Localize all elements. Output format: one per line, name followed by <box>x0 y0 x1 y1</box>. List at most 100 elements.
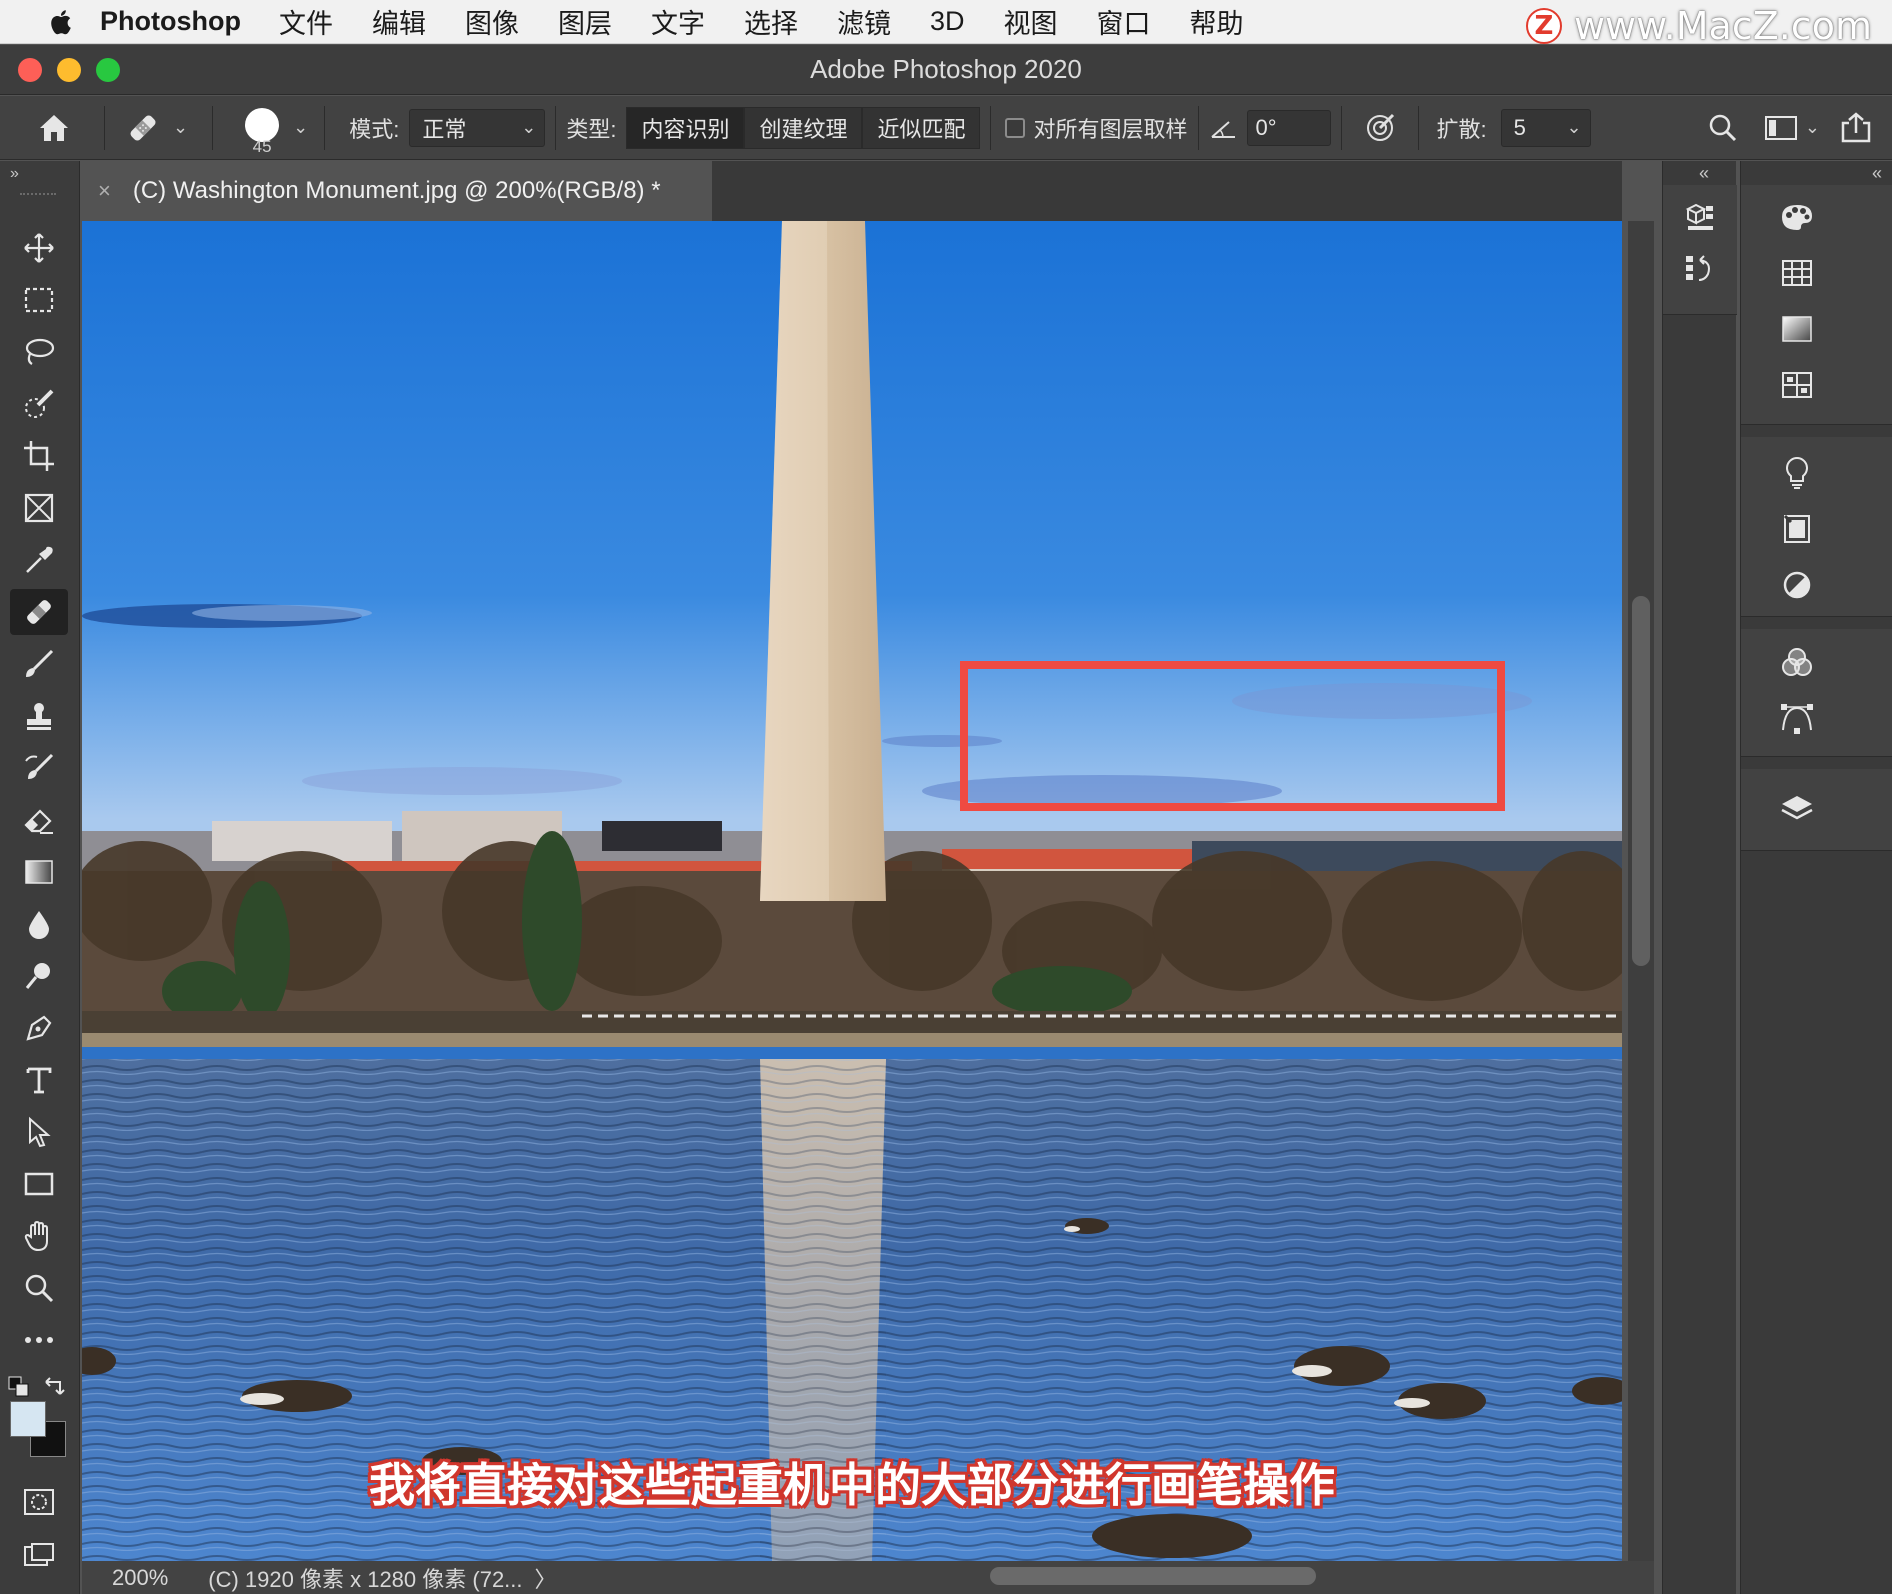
properties-panel-button[interactable] <box>1777 509 1817 549</box>
horizontal-scroll-thumb[interactable] <box>990 1567 1316 1585</box>
properties-icon <box>1783 514 1810 543</box>
history-brush-tool[interactable] <box>10 745 68 791</box>
layers-panel-button[interactable] <box>1777 789 1817 829</box>
learn-panel-button[interactable] <box>1777 453 1817 493</box>
eraser-tool[interactable] <box>10 797 68 843</box>
menu-file[interactable]: 文件 <box>279 2 333 41</box>
brush-chevron-down-icon[interactable]: ⌄ <box>293 117 308 138</box>
color-panel-button[interactable] <box>1777 197 1817 237</box>
separator <box>1197 105 1199 150</box>
vertical-scrollbar[interactable] <box>1628 221 1654 1561</box>
crop-tool[interactable] <box>10 433 68 479</box>
rectangle-tool[interactable] <box>10 1161 68 1207</box>
panel-group-color <box>1741 185 1892 425</box>
chevron-down-icon: ⌄ <box>521 117 537 137</box>
hand-tool[interactable] <box>10 1213 68 1259</box>
adjustments-panel-button[interactable] <box>1777 565 1817 605</box>
libraries-panel-button[interactable] <box>1679 197 1719 237</box>
default-colors-icon[interactable] <box>8 1376 30 1398</box>
diffusion-field[interactable]: 5 ⌄ <box>1500 108 1591 147</box>
foreground-color-swatch[interactable] <box>10 1401 46 1437</box>
tool-preset-picker[interactable]: ⌄ <box>123 96 188 159</box>
more-icon <box>25 1337 53 1343</box>
window-controls <box>18 58 120 82</box>
menu-3d[interactable]: 3D <box>930 6 965 37</box>
workspace-chevron-down-icon[interactable]: ⌄ <box>1805 117 1820 138</box>
maximize-window-button[interactable] <box>96 58 120 82</box>
move-tool[interactable] <box>10 225 68 271</box>
pen-tool[interactable] <box>10 1005 68 1051</box>
zoom-level[interactable]: 200% <box>112 1565 168 1591</box>
panel-dock: « <box>1740 161 1892 1594</box>
hand-icon <box>24 1220 48 1252</box>
menu-select[interactable]: 选择 <box>744 2 798 41</box>
swap-colors-icon[interactable] <box>42 1374 66 1398</box>
close-window-button[interactable] <box>18 58 42 82</box>
frame-tool[interactable] <box>10 485 68 531</box>
photo-washington-monument <box>82 221 1622 1561</box>
patterns-panel-button[interactable] <box>1777 365 1817 405</box>
document-info: (C) 1920 像素 x 1280 像素 (72... <box>208 1566 523 1592</box>
type-proximity-match[interactable]: 近似匹配 <box>862 106 981 149</box>
menu-edit[interactable]: 编辑 <box>372 2 426 41</box>
pressure-icon <box>1366 113 1394 141</box>
pressure-size-button[interactable] <box>1358 106 1402 150</box>
menu-help[interactable]: 帮助 <box>1190 2 1244 41</box>
menu-view[interactable]: 视图 <box>1004 2 1058 41</box>
brush-tool[interactable] <box>10 641 68 687</box>
menu-image[interactable]: 图像 <box>465 2 519 41</box>
expand-toolbar-icon[interactable]: » <box>10 165 19 183</box>
edit-toolbar-button[interactable] <box>10 1317 68 1363</box>
chevron-down-icon: ⌄ <box>173 117 189 137</box>
healing-brush-tool[interactable] <box>10 589 68 635</box>
quick-select-tool[interactable] <box>10 381 68 427</box>
brush-picker[interactable]: 45 <box>235 96 289 159</box>
lasso-tool[interactable] <box>10 329 68 375</box>
menu-type[interactable]: 文字 <box>651 2 705 41</box>
menu-window[interactable]: 窗口 <box>1097 2 1151 41</box>
minimize-window-button[interactable] <box>57 58 81 82</box>
sample-all-layers-toggle[interactable]: 对所有图层取样 <box>1005 96 1188 159</box>
move-icon <box>24 233 54 263</box>
vertical-scroll-thumb[interactable] <box>1632 596 1650 966</box>
panel-grip[interactable] <box>20 193 56 199</box>
collapse-panel-dock-icon[interactable]: « <box>1872 163 1882 184</box>
gradient-tool[interactable] <box>10 849 68 895</box>
dodge-tool[interactable] <box>10 953 68 999</box>
watermark-logo: Z <box>1525 8 1562 44</box>
history-panel-button[interactable] <box>1679 249 1719 289</box>
workspace-button[interactable] <box>1759 106 1803 150</box>
status-menu-arrow[interactable]: 〉 <box>535 1562 557 1594</box>
share-button[interactable] <box>1834 106 1878 150</box>
menu-layer[interactable]: 图层 <box>558 2 612 41</box>
swatches-panel-button[interactable] <box>1777 253 1817 293</box>
channels-panel-button[interactable] <box>1777 643 1817 683</box>
blur-tool[interactable] <box>10 901 68 947</box>
menu-app-photoshop[interactable]: Photoshop <box>100 6 241 37</box>
collapse-dock-icon[interactable]: « <box>1699 163 1709 184</box>
clone-stamp-tool[interactable] <box>10 693 68 739</box>
eyedropper-tool[interactable] <box>10 537 68 583</box>
sample-all-layers-checkbox[interactable] <box>1005 117 1026 138</box>
gradient-icon <box>25 860 53 884</box>
home-button[interactable] <box>14 106 94 150</box>
menu-filter[interactable]: 滤镜 <box>837 2 891 41</box>
marquee-tool[interactable] <box>10 277 68 323</box>
type-create-texture[interactable]: 创建纹理 <box>744 106 863 149</box>
close-tab-icon[interactable]: × <box>98 178 111 204</box>
mode-value: 正常 <box>422 116 467 142</box>
screen-mode-button[interactable] <box>10 1533 68 1579</box>
type-content-aware[interactable]: 内容识别 <box>626 106 745 149</box>
paths-panel-button[interactable] <box>1777 699 1817 739</box>
document-tab[interactable]: × (C) Washington Monument.jpg @ 200%(RGB… <box>82 161 712 221</box>
type-tool[interactable] <box>10 1057 68 1103</box>
quick-mask-button[interactable] <box>10 1479 68 1525</box>
document-canvas[interactable]: 我将直接对这些起重机中的大部分进行画笔操作 <box>82 221 1622 1561</box>
path-select-tool[interactable] <box>10 1109 68 1155</box>
search-button[interactable] <box>1701 106 1745 150</box>
gradients-panel-button[interactable] <box>1777 309 1817 349</box>
zoom-tool[interactable] <box>10 1265 68 1311</box>
apple-icon[interactable] <box>38 8 82 36</box>
mode-dropdown[interactable]: 正常 ⌄ <box>409 108 546 147</box>
angle-field[interactable]: 0° <box>1246 109 1331 146</box>
